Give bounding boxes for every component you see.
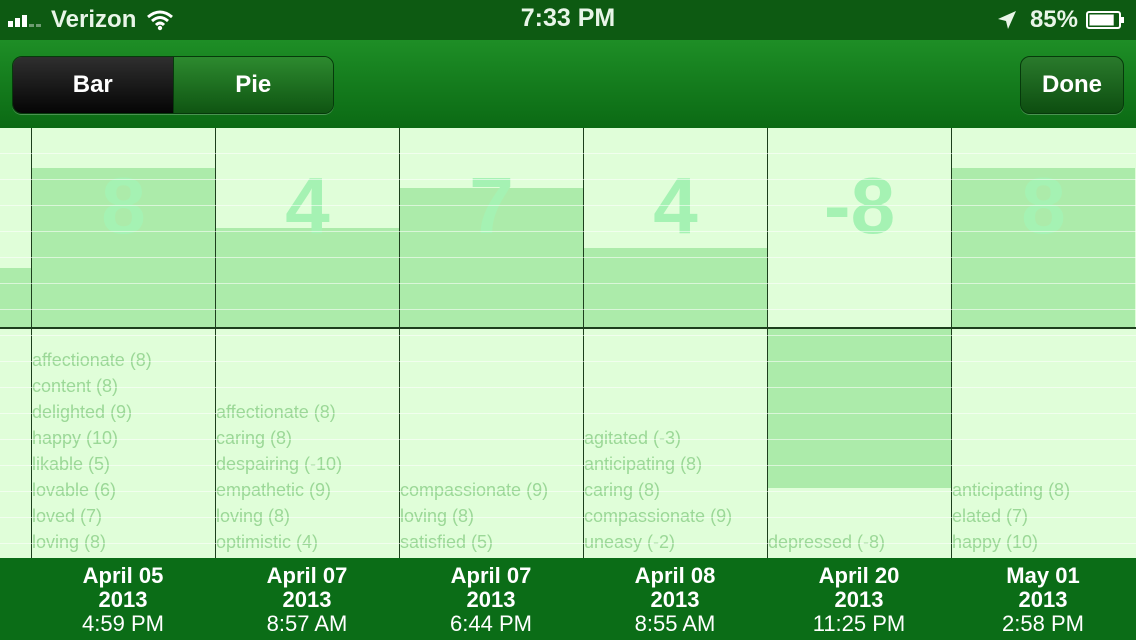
bar-value-label: 4: [285, 161, 330, 250]
battery-icon: [1086, 11, 1124, 29]
bar-value-label: 8: [1021, 161, 1066, 250]
date-time: 8:55 AM: [634, 611, 716, 636]
chart-bar: [768, 328, 951, 488]
chart-bar: [0, 268, 31, 328]
location-arrow-icon: [997, 11, 1016, 29]
mood-item: anticipating (8): [952, 480, 1071, 500]
mood-item: satisfied (5): [400, 532, 494, 552]
mood-item: compassionate (9): [400, 480, 549, 500]
mood-item: delighted (9): [32, 402, 133, 422]
mood-item: optimistic (4): [216, 532, 319, 552]
mood-item: loving (8): [216, 506, 291, 526]
partial-leading-column: [0, 128, 31, 558]
chart-column[interactable]: 7 compassionate (9) loving (8) satisfied (5…: [399, 128, 583, 558]
mood-item: despairing (-10): [216, 454, 343, 474]
chart-column[interactable]: 4 affectionate (8) caring (8) despairing (-…: [215, 128, 399, 558]
bar-value-label: 4: [653, 161, 698, 250]
date-year: 2013: [282, 587, 332, 612]
mood-item: depressed (-8): [768, 532, 886, 552]
date-year: 2013: [650, 587, 700, 612]
mood-item: loving (8): [32, 532, 107, 552]
date-year: 2013: [834, 587, 884, 612]
status-bar: Verizon 7:33 PM 85%: [0, 0, 1136, 40]
mood-item: caring (8): [216, 428, 293, 448]
navigation-bar: Bar Pie Done: [0, 40, 1136, 129]
mood-list: compassionate (9) loving (8) satisfied (5): [400, 477, 583, 555]
zero-axis-line: [0, 327, 1136, 329]
chart-column[interactable]: 4 agitated (-3) anticipating (8) caring (8)…: [583, 128, 767, 558]
mood-list: depressed (-8): [768, 529, 951, 555]
mood-list: affectionate (8) caring (8) despairing (-1…: [216, 399, 399, 555]
date-time: 11:25 PM: [812, 611, 906, 636]
date-axis: April 05 2013 4:59 PM April 07 2013 8:57 AM Ap…: [0, 558, 1136, 640]
mood-item: caring (8): [584, 480, 661, 500]
date-day: April 05: [82, 563, 164, 588]
chart-column[interactable]: 8 anticipating (8) elated (7) happy (10): [951, 128, 1135, 558]
date-label: April 07 2013 8:57 AM: [215, 564, 399, 636]
mood-item: agitated (-3): [584, 428, 682, 448]
chart-bar: [584, 248, 767, 328]
mood-list: affectionate (8) content (8) delighted (9)…: [32, 347, 215, 555]
bar-value-label: 8: [101, 161, 146, 250]
done-button[interactable]: Done: [1020, 56, 1124, 114]
chart-column[interactable]: -8 depressed (-8): [767, 128, 951, 558]
date-day: April 07: [450, 563, 532, 588]
date-time: 2:58 PM: [1002, 611, 1084, 636]
date-label: April 07 2013 6:44 PM: [399, 564, 583, 636]
bar-segment-button[interactable]: Bar: [13, 57, 174, 113]
status-right-group: 85%: [996, 4, 1126, 36]
pie-segment-button[interactable]: Pie: [173, 57, 333, 113]
bar-value-label: -8: [823, 161, 896, 250]
date-year: 2013: [1018, 587, 1068, 612]
mood-list: agitated (-3) anticipating (8) caring (8) c…: [584, 425, 767, 555]
mood-item: happy (10): [32, 428, 119, 448]
mood-item: compassionate (9): [584, 506, 733, 526]
date-day: May 01: [1006, 563, 1080, 588]
mood-item: affectionate (8): [216, 402, 336, 422]
date-time: 6:44 PM: [450, 611, 532, 636]
mood-bar-chart: 8 affectionate (8) content (8) delighted (9…: [0, 128, 1136, 558]
mood-item: uneasy (-2): [584, 532, 676, 552]
date-day: April 07: [266, 563, 348, 588]
status-time: 7:33 PM: [520, 4, 616, 32]
mood-item: loving (8): [400, 506, 475, 526]
mood-item: empathetic (9): [216, 480, 332, 500]
date-day: April 08: [634, 563, 716, 588]
mood-item: likable (5): [32, 454, 111, 474]
date-label: May 01 2013 2:58 PM: [951, 564, 1135, 636]
mood-item: anticipating (8): [584, 454, 703, 474]
date-year: 2013: [466, 587, 516, 612]
mood-item: lovable (6): [32, 480, 117, 500]
mood-item: content (8): [32, 376, 119, 396]
date-time: 8:57 AM: [266, 611, 348, 636]
date-year: 2013: [98, 587, 148, 612]
date-time: 4:59 PM: [82, 611, 164, 636]
date-label: April 20 2013 11:25 PM: [767, 564, 951, 636]
mood-item: affectionate (8): [32, 350, 152, 370]
chart-column[interactable]: 8 affectionate (8) content (8) delighted (9…: [31, 128, 215, 558]
mood-list: anticipating (8) elated (7) happy (10): [952, 477, 1135, 555]
date-label: April 08 2013 8:55 AM: [583, 564, 767, 636]
chart-type-segmented-control: Bar Pie: [12, 56, 334, 114]
mood-chart-screen: Verizon 7:33 PM 85% Bar Pie Done 8 affec…: [0, 0, 1136, 640]
date-day: April 20: [818, 563, 900, 588]
mood-item: happy (10): [952, 532, 1039, 552]
bar-value-label: 7: [469, 161, 514, 250]
date-label: April 05 2013 4:59 PM: [31, 564, 215, 636]
mood-item: elated (7): [952, 506, 1029, 526]
battery-percent: 85%: [1029, 6, 1078, 33]
mood-item: loved (7): [32, 506, 103, 526]
